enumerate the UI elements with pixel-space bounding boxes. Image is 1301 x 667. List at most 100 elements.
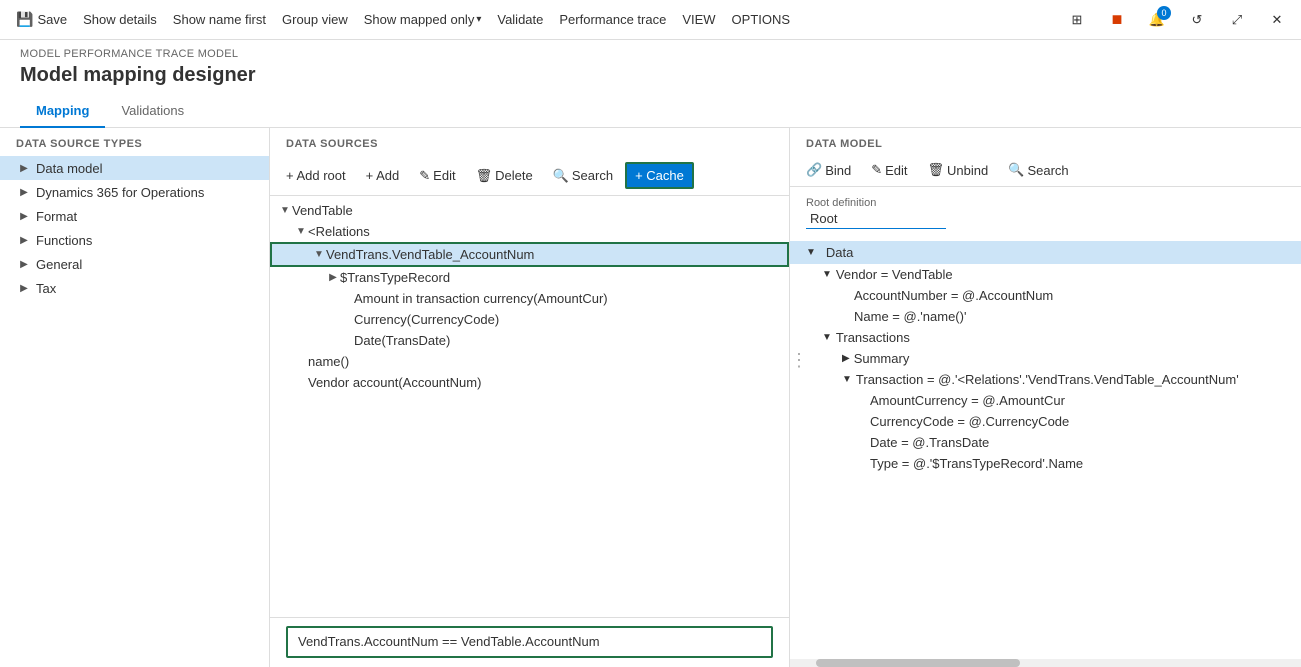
- datasource-type-datamodel[interactable]: ▶ Data model: [0, 156, 269, 180]
- search-icon: 🔍: [553, 168, 569, 184]
- expand-arrow-transaction: ▼: [842, 374, 852, 385]
- formula-bar: VendTrans.AccountNum == VendTable.Accoun…: [270, 617, 789, 667]
- tree-node-vendtable[interactable]: ▼ VendTable: [270, 200, 789, 221]
- expand-icon-tax: ▶: [16, 280, 32, 296]
- datasource-type-dynamics365[interactable]: ▶ Dynamics 365 for Operations: [0, 180, 269, 204]
- datasources-header: DATA SOURCES: [270, 128, 789, 156]
- tree-node-currency[interactable]: Currency(CurrencyCode): [270, 309, 789, 330]
- options-button[interactable]: OPTIONS: [724, 8, 799, 31]
- expand-arrow-data: ▼: [806, 247, 816, 258]
- tree-node-name[interactable]: name(): [270, 351, 789, 372]
- tree-node-transtyperecord[interactable]: ▶ $TransTypeRecord: [270, 267, 789, 288]
- dm-node-currencycode[interactable]: CurrencyCode = @.CurrencyCode: [790, 411, 1301, 432]
- datasource-type-functions[interactable]: ▶ Functions: [0, 228, 269, 252]
- dm-node-amountcurrency[interactable]: AmountCurrency = @.AmountCur: [790, 390, 1301, 411]
- expand-arrow-vendor: ▼: [822, 269, 832, 280]
- tree-node-date[interactable]: Date(TransDate): [270, 330, 789, 351]
- show-mapped-only-button[interactable]: Show mapped only ▾: [356, 8, 490, 31]
- dm-edit-button[interactable]: ✎ Edit: [863, 158, 915, 182]
- maximize-icon: ⤢: [1232, 12, 1242, 28]
- root-definition-label: Root definition: [806, 197, 876, 209]
- datasource-type-general[interactable]: ▶ General: [0, 252, 269, 276]
- dm-search-icon: 🔍: [1008, 162, 1024, 178]
- notification-btn[interactable]: 🔔 0: [1141, 4, 1173, 36]
- scrollbar-thumb[interactable]: [816, 659, 1020, 667]
- add-button[interactable]: + Add: [358, 164, 408, 187]
- edit-icon: ✎: [419, 168, 430, 184]
- toolbar-right: ⊞ ■ 🔔 0 ↺ ⤢ ✕: [1061, 4, 1293, 36]
- bind-button[interactable]: 🔗 Bind: [798, 158, 859, 182]
- maximize-btn[interactable]: ⤢: [1221, 4, 1253, 36]
- show-name-first-button[interactable]: Show name first: [165, 8, 274, 31]
- view-button[interactable]: VIEW: [674, 8, 723, 31]
- expand-icon-format: ▶: [16, 208, 32, 224]
- group-view-button[interactable]: Group view: [274, 8, 356, 31]
- notification-badge: 0: [1157, 6, 1171, 20]
- horizontal-scrollbar[interactable]: [790, 659, 1301, 667]
- datasource-toolbar: + Add root + Add ✎ Edit 🗑 Delete 🔍 Searc…: [270, 156, 789, 196]
- save-button[interactable]: 💾 Save: [8, 7, 75, 32]
- datasource-tree: ▼ VendTable ▼ <Relations ▼ VendTrans.Ven…: [270, 196, 789, 617]
- breadcrumb: MODEL PERFORMANCE TRACE MODEL: [20, 48, 1281, 60]
- unbind-button[interactable]: 🗑 Unbind: [920, 158, 997, 182]
- datamodel-tree: ▼ Data ▼ Vendor = VendTable AccountNumbe…: [790, 237, 1301, 659]
- close-icon: ✕: [1272, 12, 1283, 28]
- datasource-type-tax[interactable]: ▶ Tax: [0, 276, 269, 300]
- close-btn[interactable]: ✕: [1261, 4, 1293, 36]
- expand-icon-datamodel: ▶: [16, 160, 32, 176]
- performance-trace-button[interactable]: Performance trace: [551, 8, 674, 31]
- dm-node-accountnumber[interactable]: AccountNumber = @.AccountNum: [790, 285, 1301, 306]
- content-area: DATA SOURCE TYPES ▶ Data model ▶ Dynamic…: [0, 128, 1301, 667]
- tab-validations[interactable]: Validations: [105, 95, 200, 128]
- dm-node-summary[interactable]: ▶ Summary: [790, 348, 1301, 369]
- validate-button[interactable]: Validate: [489, 8, 551, 31]
- expand-icon-functions: ▶: [16, 232, 32, 248]
- left-panel: DATA SOURCE TYPES ▶ Data model ▶ Dynamic…: [0, 128, 270, 667]
- chevron-down-icon: ▾: [476, 14, 481, 25]
- expand-arrow-transactions: ▼: [822, 332, 832, 343]
- dm-node-name[interactable]: Name = @.'name()': [790, 306, 1301, 327]
- dm-node-vendor[interactable]: ▼ Vendor = VendTable: [790, 264, 1301, 285]
- middle-panel: DATA SOURCES + Add root + Add ✎ Edit 🗑 D…: [270, 128, 790, 667]
- dm-edit-icon: ✎: [871, 162, 882, 178]
- bind-icon: 🔗: [806, 162, 822, 178]
- extension-icon: ⊞: [1072, 12, 1083, 28]
- page-title: Model mapping designer: [20, 64, 1281, 87]
- expand-arrow-summary: ▶: [842, 353, 850, 364]
- formula-expression[interactable]: VendTrans.AccountNum == VendTable.Accoun…: [286, 626, 773, 658]
- dm-node-type[interactable]: Type = @.'$TransTypeRecord'.Name: [790, 453, 1301, 474]
- show-details-button[interactable]: Show details: [75, 8, 165, 31]
- tree-node-relations[interactable]: ▼ <Relations: [270, 221, 789, 242]
- expand-arrow-vendtable: ▼: [278, 205, 292, 216]
- unbind-icon: 🗑: [928, 162, 945, 178]
- refresh-icon: ↺: [1192, 12, 1203, 28]
- delete-button[interactable]: 🗑 Delete: [468, 164, 541, 188]
- expand-icon-general: ▶: [16, 256, 32, 272]
- tree-node-vendoraccount[interactable]: Vendor account(AccountNum): [270, 372, 789, 393]
- datamodel-header: DATA MODEL: [790, 128, 1301, 154]
- dm-node-date[interactable]: Date = @.TransDate: [790, 432, 1301, 453]
- office-icon: ■: [1112, 9, 1123, 30]
- refresh-btn[interactable]: ↺: [1181, 4, 1213, 36]
- tree-node-vendtrans-accountnum[interactable]: ▼ VendTrans.VendTable_AccountNum: [270, 242, 789, 267]
- add-root-button[interactable]: + Add root: [278, 164, 354, 187]
- dm-node-transaction[interactable]: ▼ Transaction = @.'<Relations'.'VendTran…: [790, 369, 1301, 390]
- datasource-type-format[interactable]: ▶ Format: [0, 204, 269, 228]
- office-icon-btn[interactable]: ■: [1101, 4, 1133, 36]
- expand-arrow-transtyperecord: ▶: [326, 272, 340, 283]
- right-panel: DATA MODEL 🔗 Bind ✎ Edit 🗑 Unbind 🔍 Sear…: [790, 128, 1301, 667]
- page-header: MODEL PERFORMANCE TRACE MODEL Model mapp…: [0, 40, 1301, 128]
- dm-node-data[interactable]: ▼ Data: [790, 241, 1301, 264]
- edit-button[interactable]: ✎ Edit: [411, 164, 463, 188]
- tab-bar: Mapping Validations: [20, 95, 1281, 127]
- dm-search-button[interactable]: 🔍 Search: [1000, 158, 1076, 182]
- search-button[interactable]: 🔍 Search: [545, 164, 621, 188]
- cache-button[interactable]: + Cache: [625, 162, 694, 189]
- expand-arrow-vendtrans: ▼: [312, 249, 326, 260]
- tab-mapping[interactable]: Mapping: [20, 95, 105, 128]
- extension-icon-btn[interactable]: ⊞: [1061, 4, 1093, 36]
- dm-node-transactions[interactable]: ▼ Transactions: [790, 327, 1301, 348]
- expand-arrow-relations: ▼: [294, 226, 308, 237]
- tree-node-amountcur[interactable]: Amount in transaction currency(AmountCur…: [270, 288, 789, 309]
- root-definition-input[interactable]: [806, 209, 946, 229]
